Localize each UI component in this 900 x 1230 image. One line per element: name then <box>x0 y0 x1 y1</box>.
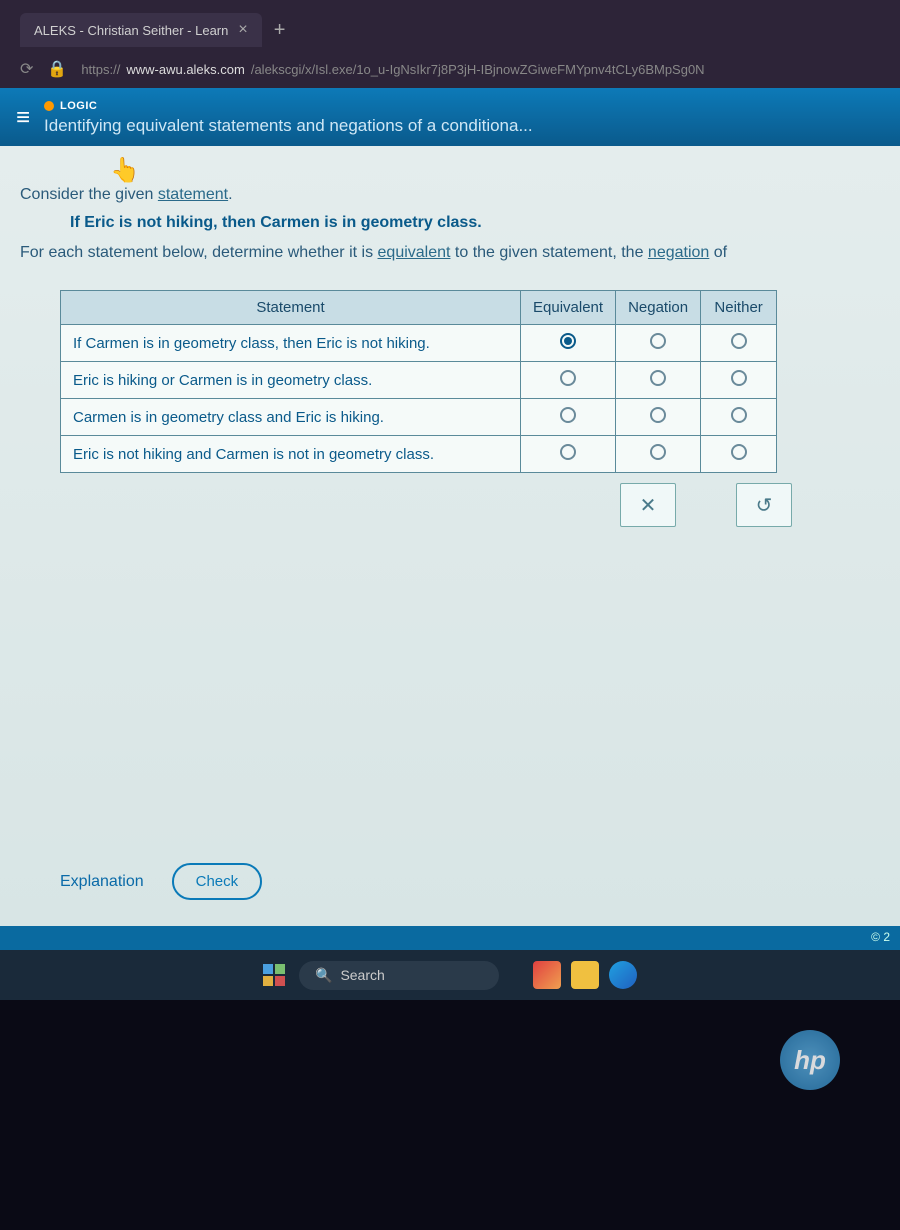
statement-cell: If Carmen is in geometry class, then Eri… <box>61 325 521 362</box>
table-row: Eric is hiking or Carmen is in geometry … <box>61 362 777 399</box>
radio-cell-nei <box>701 399 777 436</box>
radio-eq[interactable] <box>560 407 576 423</box>
radio-cell-eq <box>521 399 616 436</box>
table-row: Eric is not hiking and Carmen is not in … <box>61 436 777 473</box>
col-neither: Neither <box>701 291 777 325</box>
check-button[interactable]: Check <box>172 863 263 900</box>
table-row: If Carmen is in geometry class, then Eri… <box>61 325 777 362</box>
radio-nei[interactable] <box>731 407 747 423</box>
radio-eq[interactable] <box>560 370 576 386</box>
radio-cell-eq <box>521 436 616 473</box>
radio-cell-eq <box>521 325 616 362</box>
desk-surface <box>0 1000 900 1230</box>
explanation-link[interactable]: Explanation <box>60 873 144 891</box>
cursor-icon: 👆 <box>110 156 140 185</box>
footer-strip: © 2 <box>0 926 900 950</box>
col-negation: Negation <box>616 291 701 325</box>
copyright: © 2 <box>871 930 890 944</box>
statement-link[interactable]: statement <box>158 186 228 203</box>
radio-eq[interactable] <box>560 444 576 460</box>
given-statement: If Eric is not hiking, then Carmen is in… <box>70 214 880 232</box>
refresh-icon[interactable]: ⟳ <box>20 59 33 79</box>
app-header: ≡ LOGIC Identifying equivalent statement… <box>0 88 900 146</box>
url-domain: www-awu.aleks.com <box>126 62 244 77</box>
taskbar-edge[interactable] <box>609 961 637 989</box>
radio-cell-neg <box>616 325 701 362</box>
tab-title: ALEKS - Christian Seither - Learn <box>34 23 228 38</box>
new-tab-button[interactable]: + <box>274 19 286 42</box>
topic-title: Identifying equivalent statements and ne… <box>44 116 884 136</box>
clear-button[interactable]: ✕ <box>620 483 676 527</box>
radio-cell-nei <box>701 362 777 399</box>
reset-button[interactable]: ↺ <box>736 483 792 527</box>
prompt-intro: Consider the given statement. <box>20 186 880 204</box>
close-tab-icon[interactable]: × <box>238 21 247 39</box>
topic-dot-icon <box>44 101 54 111</box>
windows-start-icon[interactable] <box>263 964 285 986</box>
radio-cell-eq <box>521 362 616 399</box>
radio-cell-neg <box>616 362 701 399</box>
statement-cell: Eric is hiking or Carmen is in geometry … <box>61 362 521 399</box>
topic-tag: LOGIC <box>44 100 97 112</box>
hp-logo: hp <box>780 1030 840 1090</box>
negation-link[interactable]: negation <box>648 244 709 261</box>
radio-cell-nei <box>701 325 777 362</box>
browser-tab[interactable]: ALEKS - Christian Seither - Learn × <box>20 13 262 47</box>
taskbar: 🔍 Search <box>0 950 900 1000</box>
taskbar-search[interactable]: 🔍 Search <box>299 961 499 990</box>
col-equivalent: Equivalent <box>521 291 616 325</box>
search-placeholder: Search <box>340 967 384 983</box>
radio-nei[interactable] <box>731 333 747 349</box>
radio-cell-neg <box>616 436 701 473</box>
site-info-icon[interactable]: 🔒 <box>47 59 67 79</box>
instr-mid: to the given statement, the <box>450 244 647 261</box>
taskbar-file-explorer[interactable] <box>571 961 599 989</box>
prompt-intro-before: Consider the given <box>20 186 158 203</box>
radio-cell-neg <box>616 399 701 436</box>
instr-before: For each statement below, determine whet… <box>20 244 378 261</box>
url-scheme: https:// <box>81 62 120 77</box>
address-bar: ⟳ 🔒 https:// www-awu.aleks.com /alekscgi… <box>0 50 900 88</box>
radio-eq[interactable] <box>560 333 576 349</box>
answer-table: Statement Equivalent Negation Neither If… <box>60 290 777 473</box>
url-box[interactable]: https:// www-awu.aleks.com /alekscgi/x/I… <box>81 62 880 77</box>
radio-neg[interactable] <box>650 444 666 460</box>
taskbar-icons <box>533 961 637 989</box>
prompt-intro-after: . <box>228 186 232 203</box>
header-content: LOGIC Identifying equivalent statements … <box>44 98 884 136</box>
radio-nei[interactable] <box>731 370 747 386</box>
radio-cell-nei <box>701 436 777 473</box>
content-panel: 👆 Consider the given statement. If Eric … <box>0 146 900 926</box>
col-statement: Statement <box>61 291 521 325</box>
taskbar-app-1[interactable] <box>533 961 561 989</box>
table-row: Carmen is in geometry class and Eric is … <box>61 399 777 436</box>
search-icon: 🔍 <box>315 967 332 984</box>
topic-tag-label: LOGIC <box>60 100 97 112</box>
radio-neg[interactable] <box>650 370 666 386</box>
prompt-instruction: For each statement below, determine whet… <box>20 244 880 262</box>
bottom-actions: Explanation Check <box>60 863 262 900</box>
tool-row: ✕ ↺ <box>60 473 840 527</box>
menu-icon[interactable]: ≡ <box>16 104 30 132</box>
radio-nei[interactable] <box>731 444 747 460</box>
browser-chrome: ALEKS - Christian Seither - Learn × + ⟳ … <box>0 0 900 88</box>
statement-cell: Eric is not hiking and Carmen is not in … <box>61 436 521 473</box>
answer-table-wrap: Statement Equivalent Negation Neither If… <box>0 272 900 545</box>
equivalent-link[interactable]: equivalent <box>378 244 451 261</box>
radio-neg[interactable] <box>650 407 666 423</box>
url-path: /alekscgi/x/Isl.exe/1o_u-IgNsIkr7j8P3jH-… <box>251 62 705 77</box>
statement-cell: Carmen is in geometry class and Eric is … <box>61 399 521 436</box>
radio-neg[interactable] <box>650 333 666 349</box>
instr-after: of <box>709 244 727 261</box>
tab-bar: ALEKS - Christian Seither - Learn × + <box>0 10 900 50</box>
